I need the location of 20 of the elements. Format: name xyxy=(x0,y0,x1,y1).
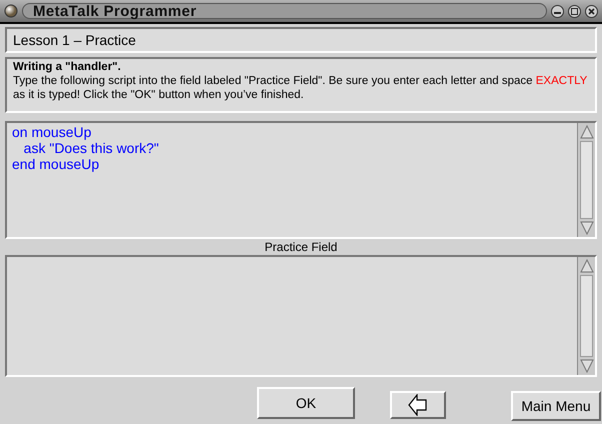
practice-field-label: Practice Field xyxy=(264,240,338,254)
main-menu-button[interactable]: Main Menu xyxy=(511,391,601,421)
window-title: MetaTalk Programmer xyxy=(22,3,547,19)
left-arrow-icon xyxy=(408,394,428,416)
script-line: ask "Does this work?" xyxy=(22,140,159,156)
maximize-icon[interactable] xyxy=(568,4,581,18)
minimize-icon[interactable] xyxy=(551,4,564,18)
script-line: on mouseUp xyxy=(12,124,92,140)
script-field[interactable]: on mouseUp ask "Does this work?" end mouseUp xyxy=(5,121,597,239)
lesson-title: Lesson 1 – Practice xyxy=(5,27,597,53)
script-line: end mouseUp xyxy=(12,156,100,172)
scrollbar[interactable] xyxy=(577,257,595,375)
back-button[interactable] xyxy=(390,391,446,419)
ok-button[interactable]: OK xyxy=(257,387,355,419)
practice-field[interactable] xyxy=(5,255,597,377)
scrollbar[interactable] xyxy=(577,123,595,237)
instructions-heading: Writing a "handler". xyxy=(13,60,121,74)
close-icon[interactable] xyxy=(585,4,598,18)
window-menu-icon[interactable] xyxy=(4,4,18,18)
instructions-text: Type the following script into the field labeled "Practice Field". Be sure you enter each letter and space EXACTLY as it is typed! Click the "OK" button when you’ve finished. xyxy=(13,74,588,102)
